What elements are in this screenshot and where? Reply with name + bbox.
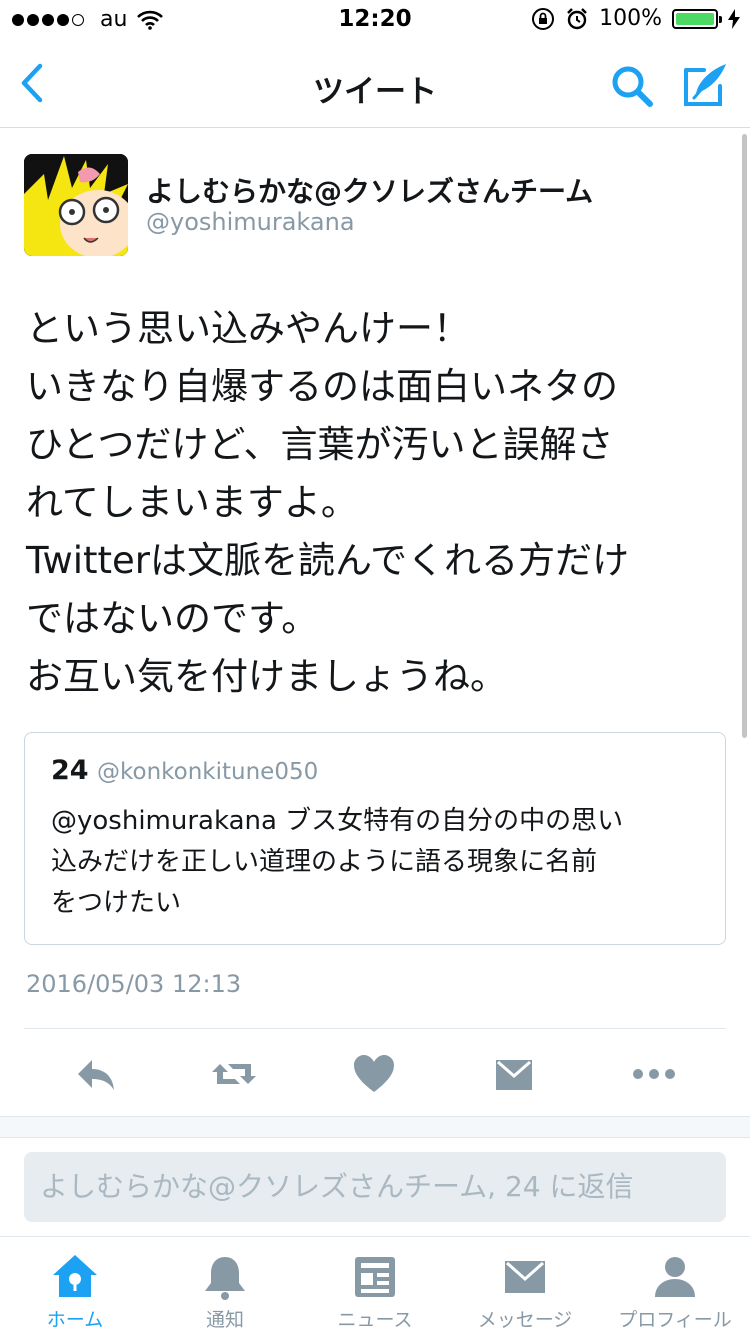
retweet-button[interactable] (210, 1050, 258, 1098)
quoted-tweet-text: @yoshimurakana ブス女特有の自分の中の思い 込みだけを正しい道理の… (51, 801, 711, 924)
display-name[interactable]: よしむらかな@クソレズさんチーム (146, 170, 593, 210)
tweet-actions (0, 1050, 750, 1098)
tab-notifications[interactable]: 通知 (150, 1237, 300, 1334)
tweet-line: ひとつだけど、言葉が汚いと誤解さ (26, 423, 614, 466)
search-button[interactable] (608, 62, 656, 110)
like-icon (354, 1055, 394, 1092)
tweet-text: という思い込みやんけー！ いきなり自爆するのは面白いネタの ひとつだけど、言葉が… (26, 300, 726, 706)
home-icon (53, 1255, 97, 1297)
quoted-line: @yoshimurakana ブス女特有の自分の中の思い (51, 806, 624, 836)
divider (24, 1028, 726, 1029)
tweet-line: れてしまいますよ。 (26, 481, 358, 524)
quoted-handle: @konkonkitune050 (97, 759, 319, 785)
reply-icon (78, 1060, 114, 1090)
tweet-line: という思い込みやんけー！ (26, 307, 470, 350)
envelope-icon (505, 1261, 545, 1293)
reply-input[interactable]: よしむらかな@クソレズさんチーム, 24 に返信 (24, 1152, 726, 1222)
more-button[interactable] (630, 1050, 678, 1098)
direct-message-icon (496, 1060, 532, 1090)
person-icon (655, 1257, 695, 1297)
rotation-lock-icon (532, 7, 555, 30)
tab-label: プロフィール (618, 1309, 732, 1331)
user-handle[interactable]: @yoshimurakana (146, 208, 355, 236)
quoted-tweet-card[interactable]: 24 @konkonkitune050 @yoshimurakana ブス女特有… (24, 732, 726, 945)
section-separator (0, 1116, 750, 1138)
quoted-display-name: 24 (51, 755, 89, 786)
tweet-line: ではないのです。 (26, 597, 319, 640)
direct-message-button[interactable] (490, 1050, 538, 1098)
quoted-line: をつけたい (51, 888, 182, 918)
like-button[interactable] (350, 1050, 398, 1098)
avatar-illustration (24, 154, 128, 256)
bell-icon (205, 1257, 245, 1300)
scrollbar[interactable] (742, 134, 747, 738)
tab-label: メッセージ (477, 1309, 573, 1331)
tab-home[interactable]: ホーム (0, 1237, 150, 1334)
status-right: 100% (531, 6, 740, 31)
tweet-line: いきなり自爆するのは面白いネタの (26, 365, 618, 408)
tab-profile[interactable]: プロフィール (600, 1237, 750, 1334)
search-icon (612, 66, 653, 107)
status-bar: au 12:20 100% (0, 0, 750, 40)
compose-tweet-icon (684, 64, 726, 106)
tab-label: 通知 (205, 1309, 244, 1331)
tab-news[interactable]: ニュース (300, 1237, 450, 1334)
tweet-line: Twitterは文脈を読んでくれる方だけ (26, 539, 630, 582)
more-icon (633, 1069, 675, 1079)
quoted-line: 込みだけを正しい道理のように語る現象に名前 (51, 847, 598, 877)
tab-label: ニュース (337, 1309, 413, 1331)
tweet-line: お互い気を付けましょうね。 (26, 655, 507, 698)
compose-button[interactable] (682, 60, 730, 108)
battery-percent: 100% (599, 6, 662, 31)
nav-bar: ツイート (0, 40, 750, 128)
charging-bolt-icon (728, 8, 740, 29)
tweet-timestamp: 2016/05/03 12:13 (26, 970, 242, 998)
news-icon (355, 1257, 395, 1297)
avatar[interactable] (24, 154, 128, 256)
alarm-icon (567, 7, 587, 29)
retweet-icon (212, 1064, 256, 1084)
battery-icon (672, 8, 722, 29)
tab-label: ホーム (46, 1309, 104, 1331)
reply-button[interactable] (72, 1050, 120, 1098)
tab-messages[interactable]: メッセージ (450, 1237, 600, 1334)
tab-bar: ホーム 通知 ニュース メッセージ プロフィール (0, 1236, 750, 1334)
